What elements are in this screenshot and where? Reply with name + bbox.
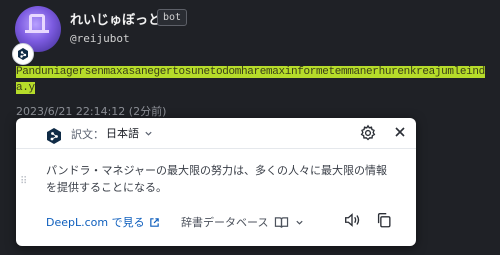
timestamp[interactable]: 2023/6/21 22:14:12 (2分前) xyxy=(16,103,166,119)
speaker-icon[interactable] xyxy=(343,211,361,229)
dictionary-label: 辞書データベース xyxy=(181,216,269,229)
deepl-logo-icon[interactable] xyxy=(12,43,34,65)
display-name[interactable]: れいじゅぼっと xyxy=(70,9,161,28)
chevron-down-icon xyxy=(295,218,304,227)
book-icon xyxy=(274,216,289,229)
deepl-link-label: DeepL.com で見る xyxy=(46,216,145,229)
chevron-down-icon xyxy=(144,129,153,138)
translated-text: パンドラ・マネジャーの最大限の努力は、多くの人々に最大限の情報を提供することにな… xyxy=(46,164,387,194)
bot-badge: bot xyxy=(157,9,188,26)
drag-handle-icon[interactable]: ⠿ xyxy=(20,176,27,187)
copy-icon[interactable] xyxy=(375,211,393,229)
deepl-link[interactable]: DeepL.com で見る xyxy=(46,214,160,230)
close-icon[interactable] xyxy=(392,124,408,140)
deepl-translation-popup: ⠿ 訳文： 日本語 パンドラ・マネジャーの最大限の努力は、多くの人々に最大限の情… xyxy=(16,118,416,246)
avatar-glyph-base xyxy=(25,30,49,33)
translation-label: 訳文： xyxy=(71,128,104,141)
divider xyxy=(16,148,416,149)
post-text: Panduniagersenmaxasanegertosunetodomhare… xyxy=(16,64,496,96)
target-language-value: 日本語 xyxy=(106,127,139,140)
highlighted-text: Panduniagersenmaxasanegertosunetodomhare… xyxy=(16,66,485,94)
deepl-logo-icon xyxy=(43,125,65,147)
dictionary-database-button[interactable]: 辞書データベース xyxy=(181,214,304,230)
username[interactable]: @reijubot xyxy=(70,32,130,45)
gear-icon[interactable] xyxy=(359,124,377,142)
external-link-icon xyxy=(149,217,160,228)
target-language-select[interactable]: 日本語 xyxy=(106,125,153,141)
